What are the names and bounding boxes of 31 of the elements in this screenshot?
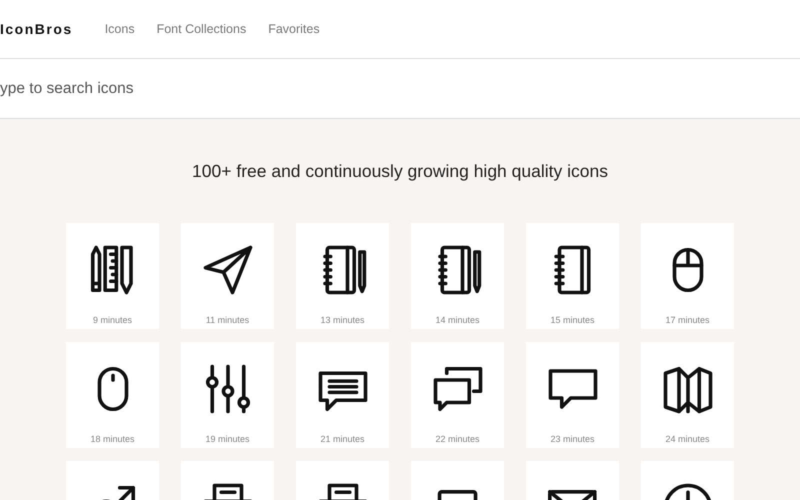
icon-label: 14 minutes [435,315,480,325]
icon-label: 21 minutes [320,434,365,444]
icon-card[interactable]: 18 minutes [66,342,159,448]
icon-card[interactable]: 23 minutes [526,342,619,448]
icon-card[interactable]: 24 minutes [641,342,734,448]
icon-label: 13 minutes [320,315,365,325]
icon-label: 15 minutes [550,315,595,325]
icon-label: 24 minutes [665,434,710,444]
icon-label: 11 minutes [206,315,250,325]
nav-link[interactable]: Font Collections [156,22,246,36]
icon-card[interactable]: 17 minutes [641,223,734,329]
logo[interactable]: IconBros [0,21,73,37]
icon-card[interactable]: 13 minutes [296,223,389,329]
icon-label: 22 minutes [435,434,480,444]
icon-card[interactable]: 19 minutes [181,342,274,448]
icon-card[interactable]: 11 minutes [181,223,274,329]
icon-label: 18 minutes [90,434,135,444]
icon-label: 19 minutes [205,434,250,444]
headline: 100+ free and continuously growing high quality icons [191,160,609,182]
icon-label: 23 minutes [550,434,595,444]
paper-plane-icon [200,243,254,297]
icon-card[interactable]: 21 minutes [296,342,389,448]
icon-label: 17 minutes [665,315,710,325]
icon-label: 9 minutes [92,315,132,325]
nav-link[interactable]: Icons [104,22,135,36]
search-field[interactable]: ype to search icons [0,59,800,119]
icon-card[interactable]: 15 minutes [526,223,619,329]
icon-card[interactable]: 9 minutes [66,223,159,329]
nav-link[interactable]: Favorites [268,22,320,36]
icon-card[interactable]: 14 minutes [411,223,504,329]
icon-card[interactable]: 22 minutes [411,342,504,448]
